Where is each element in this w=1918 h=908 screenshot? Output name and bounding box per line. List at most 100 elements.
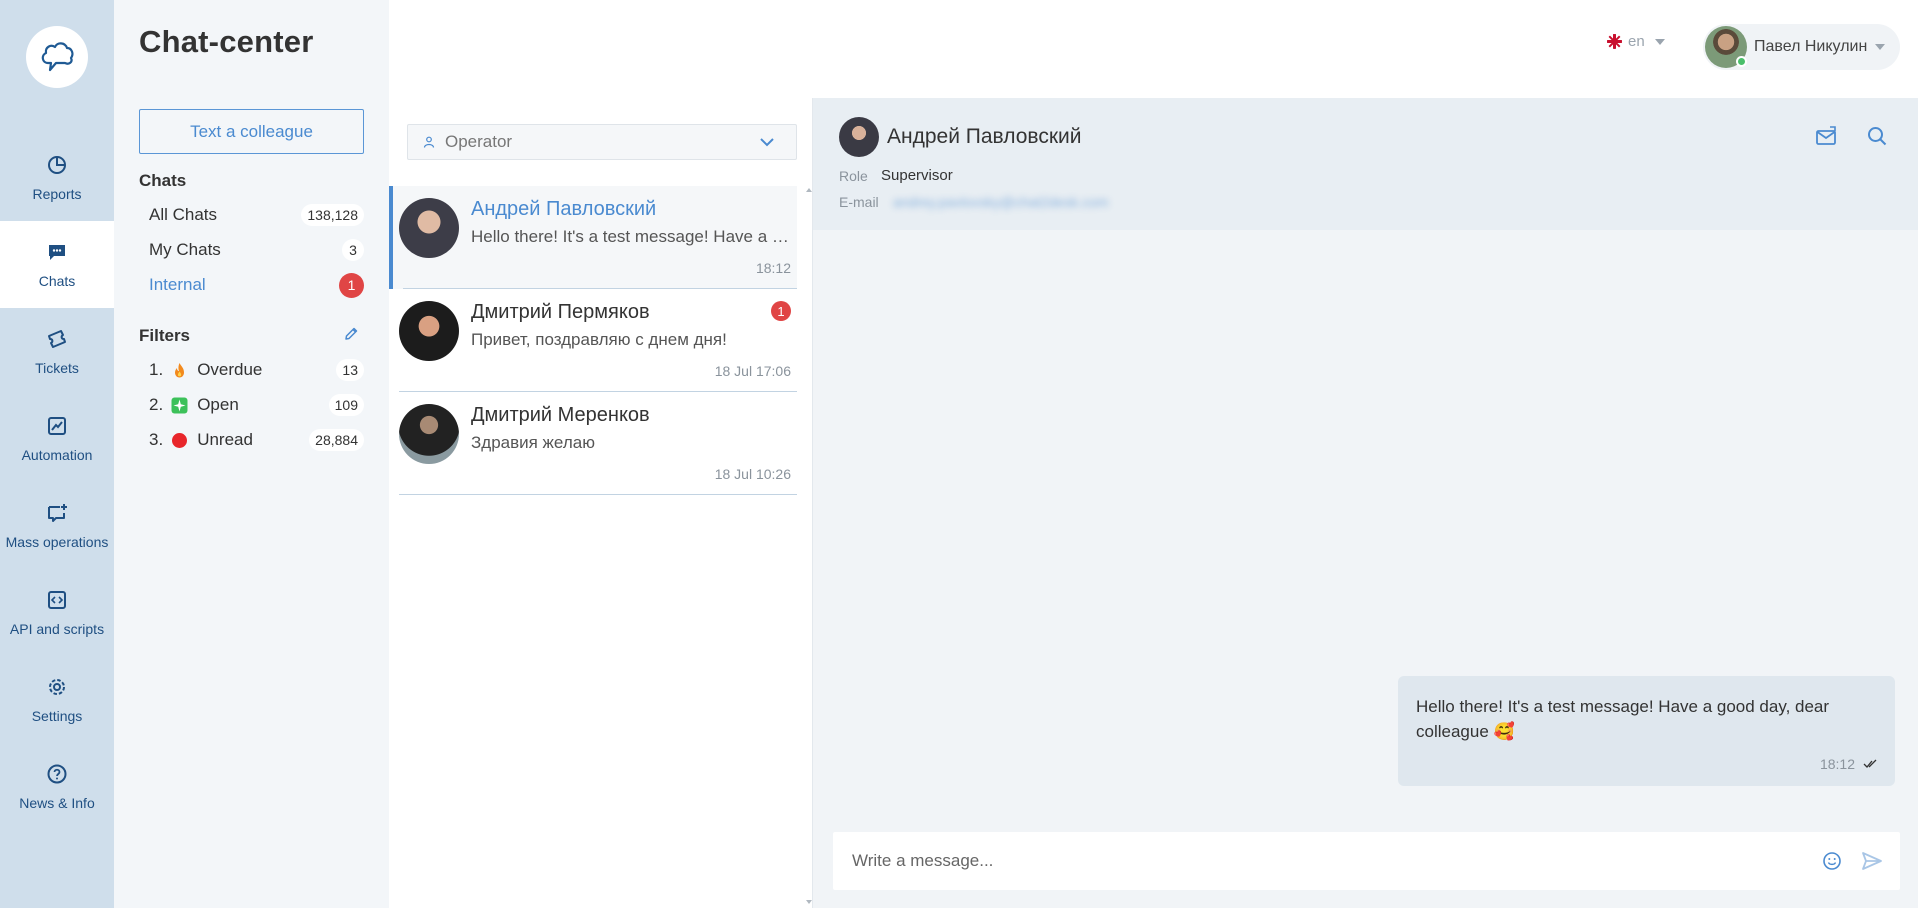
nav-settings[interactable]: Settings bbox=[0, 656, 114, 743]
conversation-panel: Андрей Павловский Role Supervisor E-mail… bbox=[813, 98, 1918, 908]
send-arrow-icon[interactable] bbox=[1860, 849, 1884, 873]
nav-news-info[interactable]: News & Info bbox=[0, 743, 114, 830]
filter-unread-count: 28,884 bbox=[309, 429, 364, 451]
chats-all[interactable]: All Chats 138,128 bbox=[149, 201, 364, 229]
chats-internal-label: Internal bbox=[149, 275, 206, 294]
chats-internal[interactable]: Internal 1 bbox=[149, 271, 364, 299]
logo[interactable] bbox=[26, 26, 88, 88]
red-circle-icon bbox=[171, 432, 188, 449]
nav-automation-label: Automation bbox=[21, 446, 93, 463]
message-text: Hello there! It's a test message! Have a… bbox=[1416, 697, 1830, 741]
message-input[interactable] bbox=[833, 832, 1820, 890]
pie-chart-icon bbox=[46, 154, 68, 176]
chats-heading: Chats bbox=[139, 171, 187, 190]
user-name: Павел Никулин bbox=[1754, 38, 1868, 55]
filter-unread-number: 3. bbox=[149, 430, 164, 449]
nav-mass-operations-label: Mass operations bbox=[5, 533, 109, 550]
contact-name: Андрей Павловский bbox=[887, 125, 1082, 148]
chat-list-item[interactable]: Дмитрий Меренков Здравия желаю 18 Jul 10… bbox=[389, 392, 797, 495]
double-check-icon bbox=[1863, 759, 1877, 769]
nav-chats-label: Chats bbox=[38, 272, 76, 289]
email-value[interactable]: andrey.pavlovsky@chat2desk.com bbox=[893, 194, 1109, 210]
chat-time: 18:12 bbox=[755, 260, 791, 276]
chat-bubble-icon bbox=[46, 241, 68, 263]
unread-badge: 1 bbox=[771, 301, 791, 321]
email-label: E-mail bbox=[839, 194, 879, 210]
nav-api-scripts-label: API and scripts bbox=[9, 620, 105, 637]
filter-unread-label: Unread bbox=[197, 430, 253, 449]
nav-settings-label: Settings bbox=[31, 707, 83, 724]
language-code: en bbox=[1628, 33, 1645, 50]
scroll-down-arrow-icon[interactable] bbox=[806, 900, 812, 904]
person-icon bbox=[423, 136, 435, 148]
contact-avatar bbox=[399, 301, 459, 361]
chat-list-item[interactable]: Андрей Павловский Hello there! It's a te… bbox=[389, 186, 797, 289]
filter-overdue-label: Overdue bbox=[197, 360, 263, 379]
page-title: Chat-center bbox=[139, 24, 314, 59]
operator-select[interactable]: Operator bbox=[407, 124, 797, 160]
chevron-down-icon bbox=[760, 137, 774, 147]
filters-heading: Filters bbox=[139, 326, 191, 345]
left-nav-rail: Reports Chats Tickets Automation Mass op… bbox=[0, 0, 114, 908]
message-composer bbox=[833, 832, 1900, 890]
contact-avatar bbox=[839, 117, 879, 157]
chat-list-item[interactable]: Дмитрий Пермяков 1 Привет, поздравляю с … bbox=[389, 289, 797, 392]
chats-internal-count: 1 bbox=[339, 272, 364, 298]
chats-all-count: 138,128 bbox=[301, 204, 364, 226]
chat-filters-panel: Chat-center Text a colleague Chats All C… bbox=[114, 0, 389, 908]
mail-icon[interactable] bbox=[1814, 124, 1838, 148]
operator-select-value: Operator bbox=[445, 132, 513, 151]
gear-icon bbox=[46, 676, 68, 698]
search-icon[interactable] bbox=[1865, 124, 1889, 148]
role-label: Role bbox=[839, 168, 868, 184]
question-icon bbox=[46, 763, 68, 785]
filter-open-count: 109 bbox=[328, 394, 364, 416]
conversation-header: Андрей Павловский Role Supervisor E-mail… bbox=[813, 98, 1918, 230]
cloud-chat-logo-icon bbox=[38, 39, 76, 75]
scroll-up-arrow-icon[interactable] bbox=[806, 188, 812, 192]
edit-filters-pencil-icon[interactable] bbox=[343, 326, 359, 342]
online-status-dot bbox=[1736, 56, 1747, 67]
user-menu[interactable]: Павел Никулин bbox=[1703, 24, 1900, 70]
filter-overdue[interactable]: 1. Overdue 13 bbox=[149, 356, 364, 384]
user-avatar bbox=[1705, 26, 1747, 68]
chat-last-message: Здравия желаю bbox=[471, 433, 595, 452]
chat-plus-icon bbox=[46, 502, 68, 524]
filter-overdue-number: 1. bbox=[149, 360, 164, 379]
chats-my-count: 3 bbox=[342, 239, 364, 261]
nav-reports[interactable]: Reports bbox=[0, 134, 114, 221]
message-bubble: Hello there! It's a test message! Have a… bbox=[1398, 676, 1895, 786]
nav-api-scripts[interactable]: API and scripts bbox=[0, 569, 114, 656]
nav-mass-operations[interactable]: Mass operations bbox=[0, 482, 114, 569]
filter-unread[interactable]: 3. Unread 28,884 bbox=[149, 426, 364, 454]
nav-tickets-label: Tickets bbox=[35, 359, 79, 376]
chat-last-message: Привет, поздравляю с днем дня! bbox=[471, 330, 727, 349]
chat-contact-name: Андрей Павловский bbox=[471, 198, 657, 220]
message-footer: 18:12 bbox=[1820, 756, 1877, 772]
language-selector[interactable]: en bbox=[1607, 33, 1665, 50]
contact-avatar bbox=[399, 198, 459, 258]
chat-separator bbox=[399, 494, 797, 495]
sparkle-icon bbox=[171, 397, 188, 414]
chat-time: 18 Jul 10:26 bbox=[714, 466, 791, 482]
chart-trend-icon bbox=[46, 415, 68, 437]
chat-contact-name: Дмитрий Пермяков bbox=[471, 301, 650, 323]
contact-avatar bbox=[399, 404, 459, 464]
top-bar bbox=[389, 0, 1918, 98]
text-colleague-button[interactable]: Text a colleague bbox=[139, 109, 364, 154]
filter-open-number: 2. bbox=[149, 395, 164, 414]
filter-open-label: Open bbox=[197, 395, 239, 414]
nav-chats[interactable]: Chats bbox=[0, 221, 114, 308]
nav-reports-label: Reports bbox=[32, 185, 82, 202]
role-value: Supervisor bbox=[881, 167, 953, 184]
chat-contact-name: Дмитрий Меренков bbox=[471, 404, 650, 426]
chats-my[interactable]: My Chats 3 bbox=[149, 236, 364, 264]
nav-automation[interactable]: Automation bbox=[0, 395, 114, 482]
filter-overdue-count: 13 bbox=[336, 359, 364, 381]
filter-open[interactable]: 2. Open 109 bbox=[149, 391, 364, 419]
emoji-smile-icon[interactable] bbox=[1820, 849, 1844, 873]
nav-tickets[interactable]: Tickets bbox=[0, 308, 114, 395]
chevron-down-icon bbox=[1875, 44, 1886, 50]
ticket-icon bbox=[46, 328, 68, 350]
chat-last-message: Hello there! It's a test message! Have a… bbox=[471, 227, 791, 246]
